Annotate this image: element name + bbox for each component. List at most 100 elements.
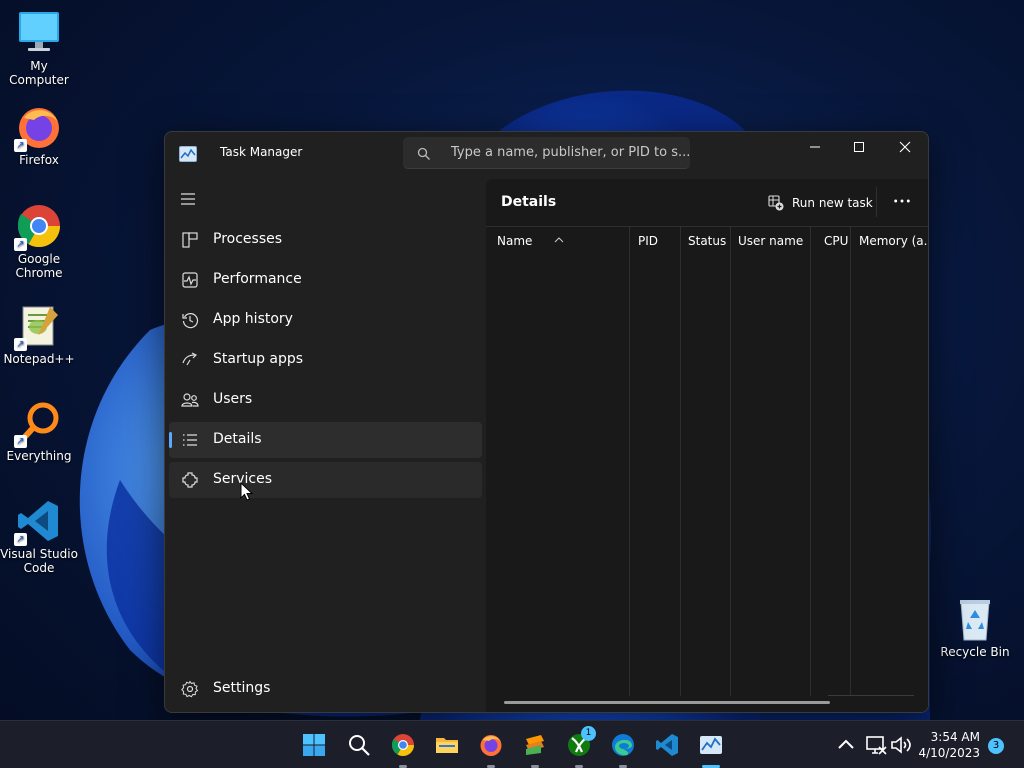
- column-header-memory[interactable]: Memory (a...: [859, 234, 928, 248]
- column-header-pid[interactable]: PID: [638, 234, 683, 248]
- taskbar-chrome[interactable]: [389, 731, 417, 759]
- sidebar-item-processes[interactable]: Processes: [169, 222, 482, 258]
- volume-button[interactable]: [887, 731, 915, 759]
- desktop-icon-notepadpp[interactable]: ↗ Notepad++: [0, 303, 78, 366]
- taskbar-firefox[interactable]: [477, 731, 505, 759]
- notepadpp-icon: ↗: [14, 303, 62, 351]
- desktop-icon-my-computer[interactable]: My Computer: [0, 10, 78, 87]
- performance-icon: [181, 271, 199, 289]
- sidebar-item-label: Settings: [213, 680, 271, 696]
- search-icon: [417, 146, 431, 160]
- monitor-icon: [16, 10, 62, 56]
- column-header-user-name[interactable]: User name: [738, 234, 814, 248]
- start-button[interactable]: [300, 731, 328, 759]
- task-manager-icon: [700, 736, 722, 754]
- taskbar-task-manager[interactable]: [697, 731, 725, 759]
- sidebar-item-users[interactable]: Users: [169, 382, 482, 418]
- scroll-track: [828, 695, 914, 696]
- taskbar-clock[interactable]: 3:54 AM 4/10/2023: [914, 729, 980, 761]
- services-icon: [181, 471, 199, 489]
- chrome-icon: [391, 734, 414, 756]
- run-new-task-button[interactable]: Run new task: [768, 193, 873, 213]
- app-history-icon: [181, 311, 199, 329]
- hamburger-menu-icon[interactable]: [180, 191, 196, 205]
- taskbar-sublime[interactable]: [521, 731, 549, 759]
- taskbar-search-button[interactable]: [345, 731, 373, 759]
- sidebar-item-label: Startup apps: [213, 351, 304, 367]
- desktop-icon-label: Notepad++: [3, 352, 75, 366]
- windows-start-icon: [303, 734, 325, 756]
- desktop-icon-label: My Computer: [9, 59, 69, 87]
- close-button[interactable]: [882, 132, 928, 162]
- taskbar: 3:54 AM 4/10/2023 3: [0, 720, 1024, 768]
- network-button[interactable]: [862, 731, 890, 759]
- show-hidden-icons-button[interactable]: [832, 731, 860, 759]
- network-icon: [866, 736, 887, 755]
- clock-date: 4/10/2023: [918, 746, 980, 760]
- search-input[interactable]: Type a name, publisher, or PID to s...: [451, 145, 690, 160]
- firefox-icon: [480, 735, 502, 756]
- speaker-icon: [891, 736, 911, 754]
- task-manager-app-icon: [179, 146, 197, 162]
- search-box[interactable]: Type a name, publisher, or PID to s...: [403, 137, 690, 169]
- sidebar-item-performance[interactable]: Performance: [169, 262, 482, 298]
- column-header-status[interactable]: Status: [688, 234, 733, 248]
- desktop-icon-label: Everything: [6, 449, 72, 463]
- window-title: Task Manager: [220, 145, 303, 159]
- vscode-icon: [656, 734, 678, 756]
- taskbar-vscode[interactable]: [653, 731, 681, 759]
- desktop-icon-firefox[interactable]: ↗ Firefox: [0, 104, 78, 167]
- sidebar-item-startup-apps[interactable]: Startup apps: [169, 342, 482, 378]
- close-icon: [899, 141, 911, 153]
- task-manager-window[interactable]: Task Manager Type a name, publisher, or …: [164, 131, 929, 713]
- desktop-icon-label: Recycle Bin: [940, 645, 1010, 659]
- shortcut-arrow-icon: ↗: [14, 533, 27, 546]
- desktop-icon-recycle-bin[interactable]: Recycle Bin: [936, 596, 1014, 659]
- horizontal-scrollbar[interactable]: [504, 701, 830, 704]
- shortcut-arrow-icon: ↗: [14, 338, 27, 351]
- clock-time: 3:54 AM: [930, 730, 980, 744]
- taskbar-edge[interactable]: [609, 731, 637, 759]
- sidebar-item-label: Performance: [213, 271, 302, 287]
- column-divider[interactable]: [680, 226, 681, 696]
- firefox-icon: ↗: [14, 104, 62, 152]
- sidebar-item-app-history[interactable]: App history: [169, 302, 482, 338]
- maximize-button[interactable]: [836, 132, 882, 162]
- sort-ascending-icon: [554, 228, 564, 243]
- page-title: Details: [501, 194, 557, 210]
- more-dots-icon: [894, 199, 910, 203]
- minimize-icon: [810, 146, 820, 148]
- sidebar-item-details[interactable]: Details: [169, 422, 482, 458]
- vscode-icon: ↗: [14, 498, 62, 546]
- xbox-notification-badge: 1: [581, 726, 596, 741]
- title-bar[interactable]: Task Manager Type a name, publisher, or …: [165, 132, 928, 178]
- search-icon: [349, 735, 370, 756]
- desktop-icon-chrome[interactable]: ↗ Google Chrome: [0, 203, 78, 280]
- desktop-icon-everything[interactable]: ↗ Everything: [0, 400, 78, 463]
- sidebar-item-label: Processes: [213, 231, 283, 247]
- desktop-icon-label: Visual Studio Code: [0, 547, 78, 575]
- recycle-bin-icon: [952, 596, 998, 642]
- shortcut-arrow-icon: ↗: [14, 238, 27, 251]
- sidebar-item-label: App history: [213, 311, 293, 327]
- users-icon: [181, 391, 199, 409]
- maximize-icon: [854, 142, 864, 152]
- minimize-button[interactable]: [792, 132, 838, 162]
- column-divider[interactable]: [850, 226, 851, 696]
- column-divider[interactable]: [730, 226, 731, 696]
- notification-count-badge[interactable]: 3: [988, 738, 1004, 754]
- desktop-icon-vscode[interactable]: ↗ Visual Studio Code: [0, 498, 78, 575]
- toolbar-divider: [876, 187, 877, 217]
- more-options-button[interactable]: [892, 191, 912, 211]
- chrome-icon: ↗: [14, 203, 62, 251]
- column-divider[interactable]: [810, 226, 811, 696]
- desktop-icon-label: Google Chrome: [15, 252, 63, 280]
- table-header: Name PID Status User name CPU Memory (a.…: [486, 226, 928, 256]
- sidebar-item-settings[interactable]: Settings: [169, 671, 482, 707]
- everything-icon: ↗: [14, 400, 62, 448]
- taskbar-file-explorer[interactable]: [433, 731, 461, 759]
- run-new-task-icon: [768, 195, 784, 211]
- mouse-cursor-icon: [240, 482, 254, 501]
- column-divider[interactable]: [629, 226, 630, 696]
- sidebar-item-services[interactable]: Services: [169, 462, 482, 498]
